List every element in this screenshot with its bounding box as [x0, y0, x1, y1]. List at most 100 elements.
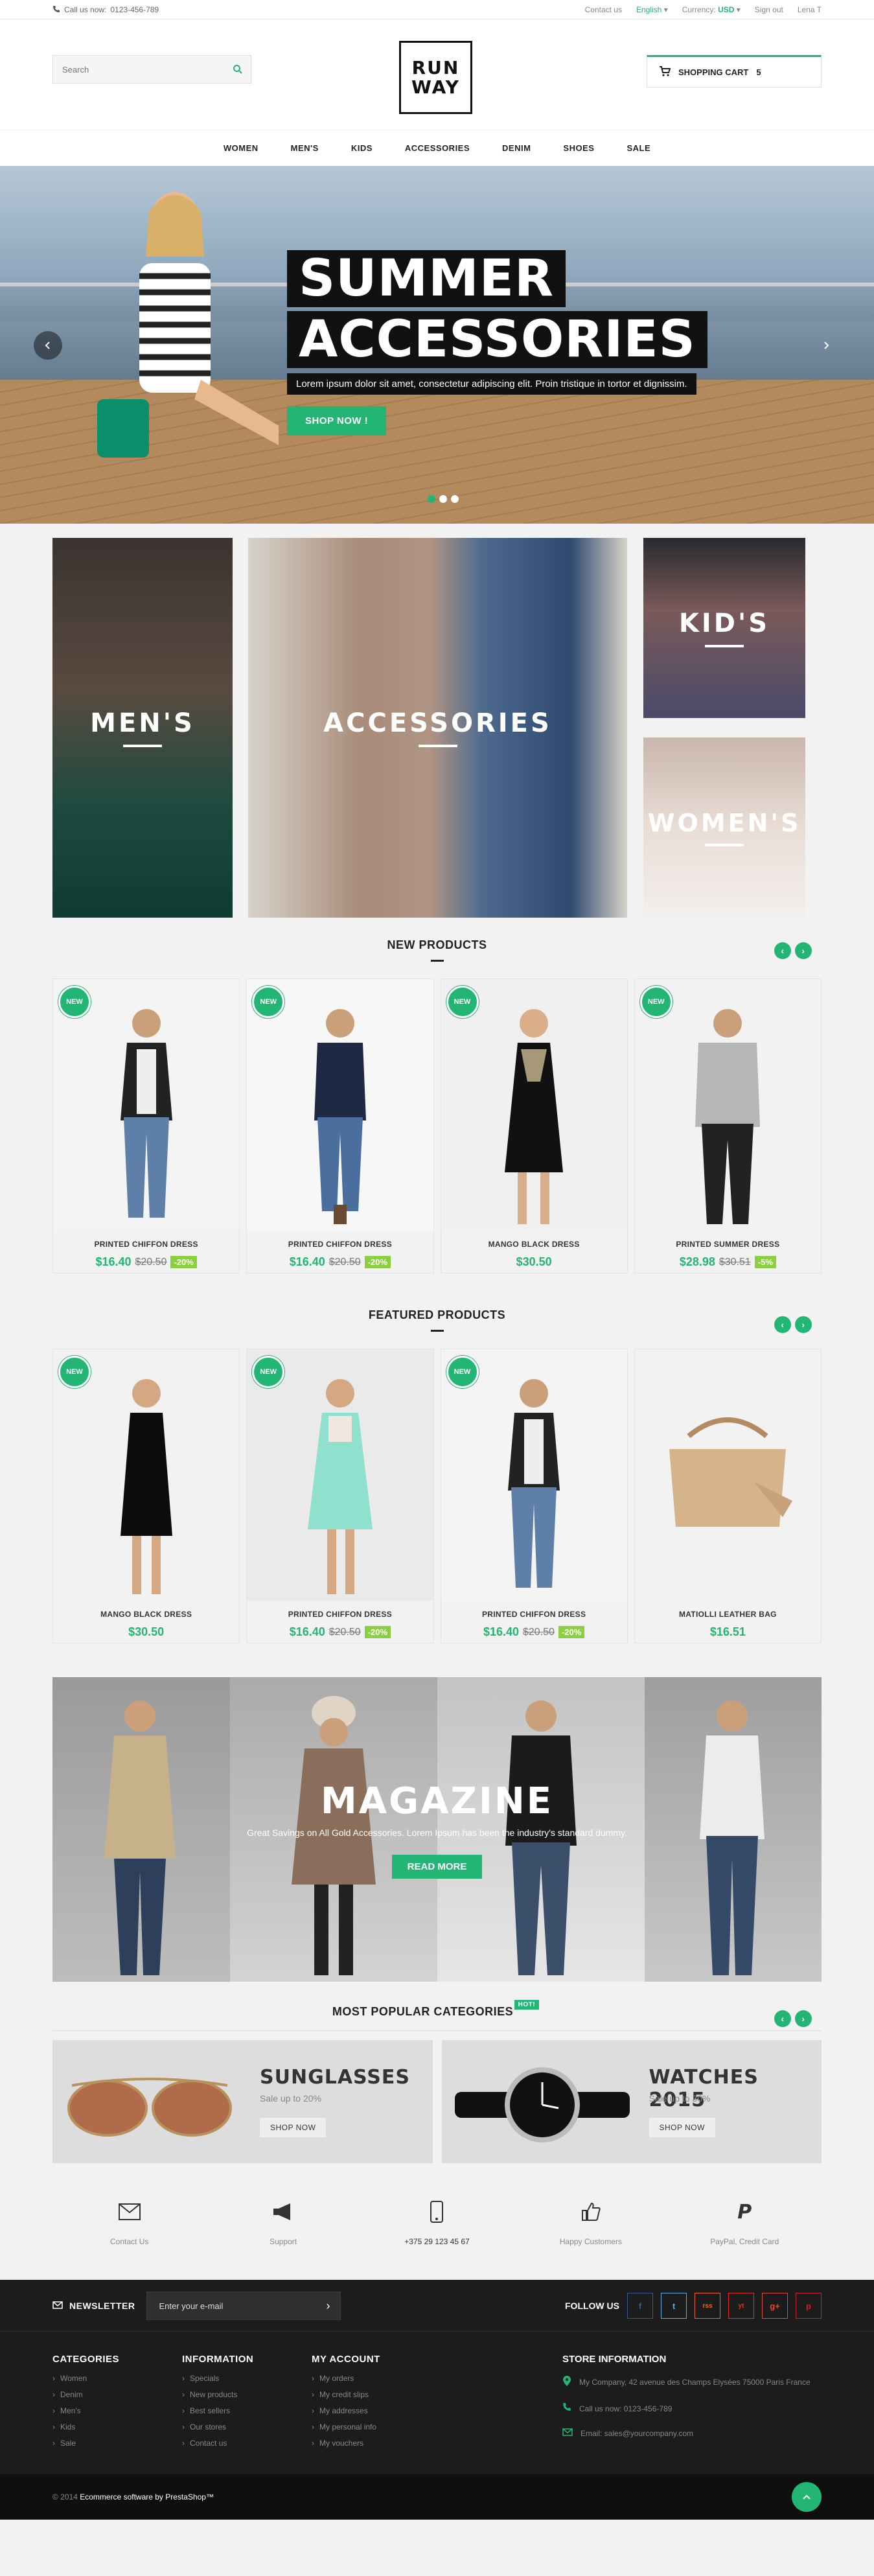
carousel-next-button[interactable]: ›	[795, 1316, 812, 1333]
footer-link[interactable]: My addresses	[312, 2406, 441, 2415]
service-phone[interactable]: +375 29 123 45 67	[378, 2196, 495, 2246]
product-name[interactable]: MANGO BLACK DRESS	[53, 1610, 239, 1619]
nav-item-kids[interactable]: KIDS	[351, 143, 373, 153]
slider-next-button[interactable]	[812, 331, 840, 360]
product-card[interactable]: NEW MANGO BLACK DRESS $30.50	[440, 979, 628, 1273]
product-image[interactable]	[634, 1349, 821, 1601]
product-image[interactable]: NEW	[247, 979, 433, 1231]
read-more-button[interactable]: READ MORE	[391, 1855, 483, 1879]
promo-shop-now-button[interactable]: SHOP NOW	[649, 2118, 715, 2137]
product-image[interactable]: NEW	[53, 979, 240, 1231]
nav-item-women[interactable]: WOMEN	[224, 143, 259, 153]
product-card[interactable]: NEW PRINTED SUMMER DRESS $28.98 $30.51 -5%	[634, 979, 822, 1273]
footer-link[interactable]: Kids	[52, 2422, 182, 2431]
slider-dot[interactable]	[451, 495, 459, 503]
product-image[interactable]: NEW	[634, 979, 821, 1231]
service-contact[interactable]: Contact Us	[71, 2196, 188, 2246]
twitter-icon[interactable]: t	[661, 2293, 687, 2319]
slider-prev-button[interactable]	[34, 331, 62, 360]
rss-icon[interactable]: rss	[695, 2293, 720, 2319]
service-happy-customers[interactable]: Happy Customers	[533, 2196, 649, 2246]
footer-link[interactable]: Sale	[52, 2439, 182, 2448]
currency-select[interactable]: Currency: USD ▾	[682, 5, 741, 14]
pinterest-icon[interactable]: p	[796, 2293, 822, 2319]
carousel-prev-button[interactable]: ‹	[774, 1316, 791, 1333]
product-price: $16.51	[709, 1625, 746, 1638]
site-logo[interactable]: RUN WAY	[399, 41, 472, 114]
hero-title-line2: ACCESSORIES	[287, 311, 707, 368]
banner-mens[interactable]: MEN'S	[52, 538, 233, 918]
section-title: FEATURED PRODUCTS	[368, 1308, 506, 1321]
footer-link[interactable]: Our stores	[182, 2422, 312, 2431]
product-name[interactable]: MANGO BLACK DRESS	[441, 1240, 627, 1249]
carousel-prev-button[interactable]: ‹	[774, 942, 791, 959]
product-name[interactable]: PRINTED CHIFFON DRESS	[247, 1610, 433, 1619]
search-icon[interactable]	[225, 64, 251, 75]
product-card[interactable]: NEW PRINTED CHIFFON DRESS $16.40 $20.50 -2…	[246, 979, 434, 1273]
product-name[interactable]: PRINTED CHIFFON DRESS	[247, 1240, 433, 1249]
service-support[interactable]: Support	[225, 2196, 341, 2246]
product-name[interactable]: PRINTED CHIFFON DRESS	[53, 1240, 239, 1249]
nav-item-denim[interactable]: DENIM	[502, 143, 531, 153]
youtube-icon[interactable]: yt	[728, 2293, 754, 2319]
contact-link[interactable]: Contact us	[585, 5, 622, 14]
carousel-prev-button[interactable]: ‹	[774, 2010, 791, 2027]
back-to-top-button[interactable]	[792, 2482, 822, 2512]
google-plus-icon[interactable]: g+	[762, 2293, 788, 2319]
nav-item-sale[interactable]: SALE	[627, 143, 650, 153]
product-card[interactable]: MATIOLLI LEATHER BAG $16.51	[634, 1349, 822, 1643]
language-select[interactable]: English ▾	[636, 5, 668, 14]
magazine-banner: MAGAZINE Great Savings on All Gold Acces…	[52, 1677, 822, 1982]
footer-link[interactable]: My orders	[312, 2374, 441, 2383]
banner-kids[interactable]: KID'S	[643, 538, 805, 718]
footer-link[interactable]: My vouchers	[312, 2439, 441, 2448]
product-card[interactable]: NEW PRINTED CHIFFON DRESS $16.40 $20.50 -2…	[52, 979, 240, 1273]
product-image[interactable]: NEW	[53, 1349, 240, 1601]
nav-item-accessories[interactable]: ACCESSORIES	[405, 143, 470, 153]
footer-link[interactable]: Women	[52, 2374, 182, 2383]
product-card[interactable]: NEW PRINTED CHIFFON DRESS $16.40 $20.50 -2…	[440, 1349, 628, 1643]
product-image[interactable]: NEW	[441, 979, 627, 1231]
product-name[interactable]: PRINTED CHIFFON DRESS	[441, 1610, 627, 1619]
newsletter-email-input[interactable]: Enter your e-mail ›	[146, 2292, 341, 2320]
new-badge: NEW	[252, 986, 285, 1018]
banner-accessories[interactable]: ACCESSORIES	[248, 538, 627, 918]
user-link[interactable]: Lena T	[798, 5, 822, 14]
footer-link[interactable]: My personal info	[312, 2422, 441, 2431]
store-email[interactable]: Email: sales@yourcompany.com	[581, 2426, 693, 2441]
phone-info: Call us now: 0123-456-789	[52, 5, 159, 15]
carousel-next-button[interactable]: ›	[795, 2010, 812, 2027]
product-card[interactable]: NEW MANGO BLACK DRESS $30.50	[52, 1349, 240, 1643]
discount-badge: -5%	[754, 1256, 776, 1268]
product-name[interactable]: PRINTED SUMMER DRESS	[635, 1240, 821, 1249]
category-promo-sunglasses[interactable]: SUNGLASSES Sale up to 20% SHOP NOW	[52, 2040, 433, 2163]
footer-link[interactable]: New products	[182, 2390, 312, 2399]
category-promo-watches[interactable]: WATCHES 2015 Sale up to 30% SHOP NOW	[441, 2040, 822, 2163]
shopping-cart-button[interactable]: SHOPPING CART 5	[647, 55, 822, 87]
newsletter-submit-button[interactable]: ›	[316, 2299, 340, 2313]
shop-now-button[interactable]: SHOP NOW !	[287, 406, 387, 435]
footer-link[interactable]: Specials	[182, 2374, 312, 2383]
product-image[interactable]: NEW	[247, 1349, 433, 1601]
nav-item-shoes[interactable]: SHOES	[563, 143, 594, 153]
footer-link[interactable]: My credit slips	[312, 2390, 441, 2399]
footer-link[interactable]: Contact us	[182, 2439, 312, 2448]
copyright-text[interactable]: Ecommerce software by PrestaShop™	[80, 2492, 214, 2501]
carousel-next-button[interactable]: ›	[795, 942, 812, 959]
newsletter-label: NEWSLETTER	[52, 2301, 135, 2311]
service-payment[interactable]: P PayPal, Credit Card	[686, 2196, 803, 2247]
product-card[interactable]: NEW PRINTED CHIFFON DRESS $16.40 $20.50 -2…	[246, 1349, 434, 1643]
slider-dot[interactable]	[428, 495, 435, 503]
search-input[interactable]	[53, 56, 225, 83]
product-image[interactable]: NEW	[441, 1349, 627, 1601]
banner-womens[interactable]: WOMEN'S	[643, 737, 805, 918]
nav-item-mens[interactable]: MEN'S	[291, 143, 319, 153]
product-name[interactable]: MATIOLLI LEATHER BAG	[635, 1610, 821, 1619]
slider-dot[interactable]	[439, 495, 447, 503]
facebook-icon[interactable]: f	[627, 2293, 653, 2319]
footer-link[interactable]: Men's	[52, 2406, 182, 2415]
footer-link[interactable]: Denim	[52, 2390, 182, 2399]
promo-shop-now-button[interactable]: SHOP NOW	[260, 2118, 327, 2137]
footer-link[interactable]: Best sellers	[182, 2406, 312, 2415]
signout-link[interactable]: Sign out	[755, 5, 783, 14]
